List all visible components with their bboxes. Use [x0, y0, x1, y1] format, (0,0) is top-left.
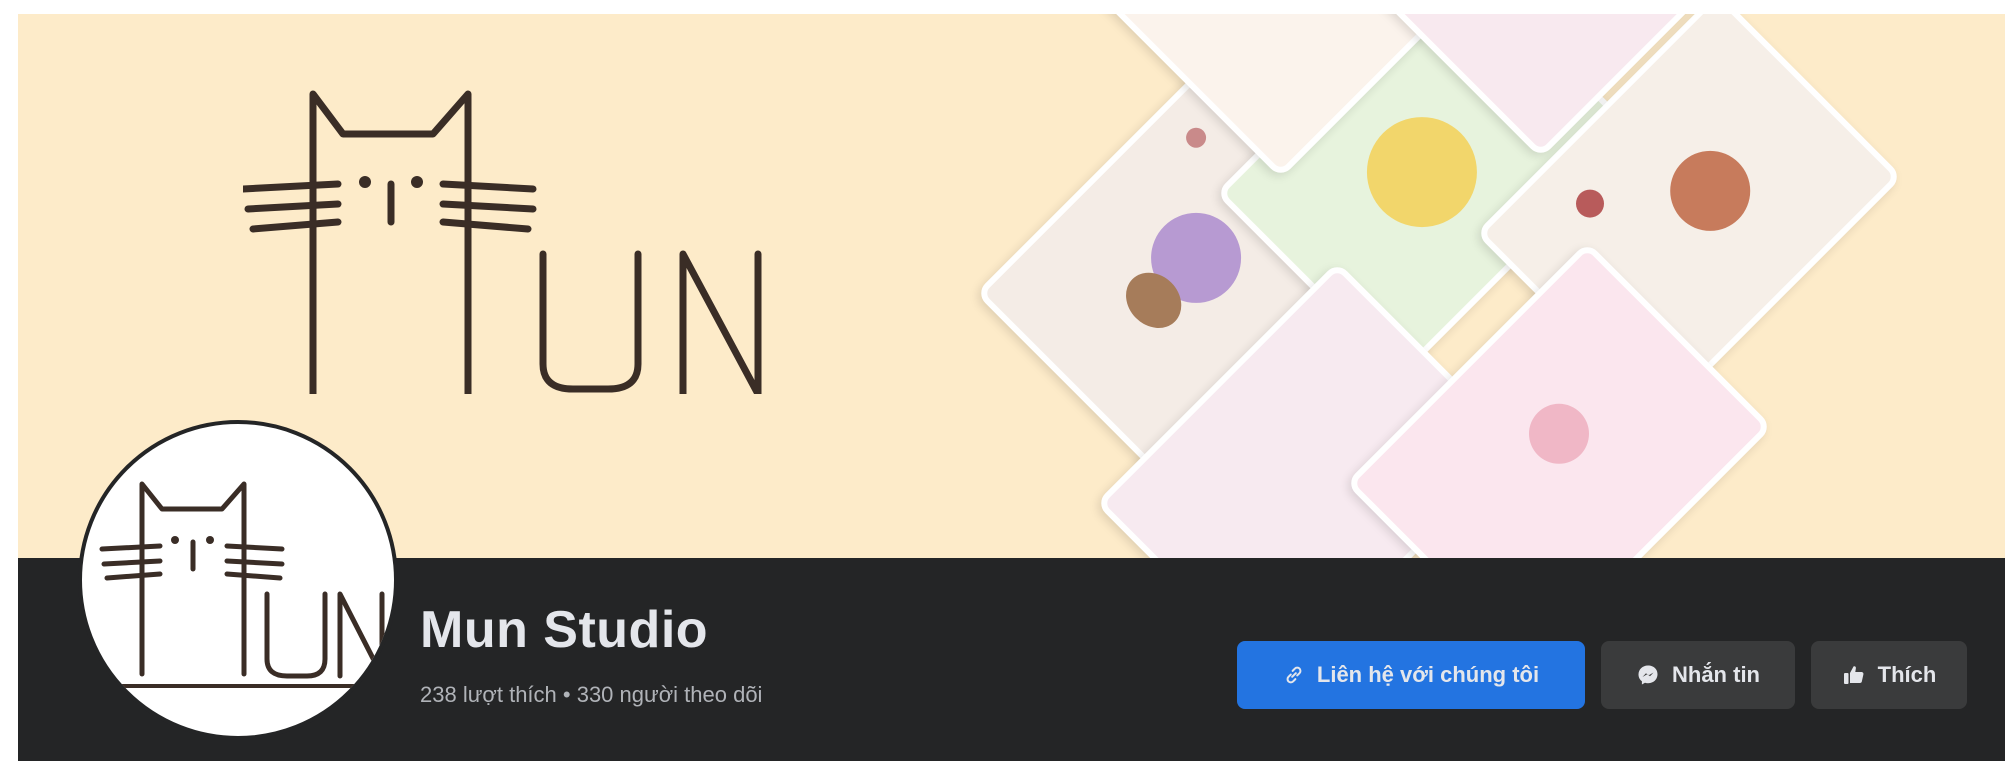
contact-us-button[interactable]: Liên hệ với chúng tôi	[1237, 641, 1585, 709]
message-button[interactable]: Nhắn tin	[1601, 641, 1795, 709]
cover-logo	[243, 90, 762, 394]
link-icon	[1283, 664, 1305, 686]
like-button[interactable]: Thích	[1811, 641, 1967, 709]
eye-left	[359, 176, 371, 188]
page-stats: 238 lượt thích • 330 người theo dõi	[420, 682, 763, 707]
thumbs-up-icon	[1842, 663, 1866, 687]
message-label: Nhắn tin	[1672, 662, 1760, 687]
wallpaper-collage	[975, 14, 2005, 558]
eye-right	[411, 176, 423, 188]
page-title[interactable]: Mun Studio	[420, 600, 708, 660]
avatar-logo	[99, 481, 385, 688]
like-label: Thích	[1877, 662, 1937, 687]
page-header: Mun Studio 238 lượt thích • 330 người th…	[18, 14, 2005, 761]
messenger-icon	[1636, 663, 1660, 687]
profile-avatar[interactable]	[78, 420, 398, 740]
contact-us-label: Liên hệ với chúng tôi	[1316, 662, 1540, 687]
